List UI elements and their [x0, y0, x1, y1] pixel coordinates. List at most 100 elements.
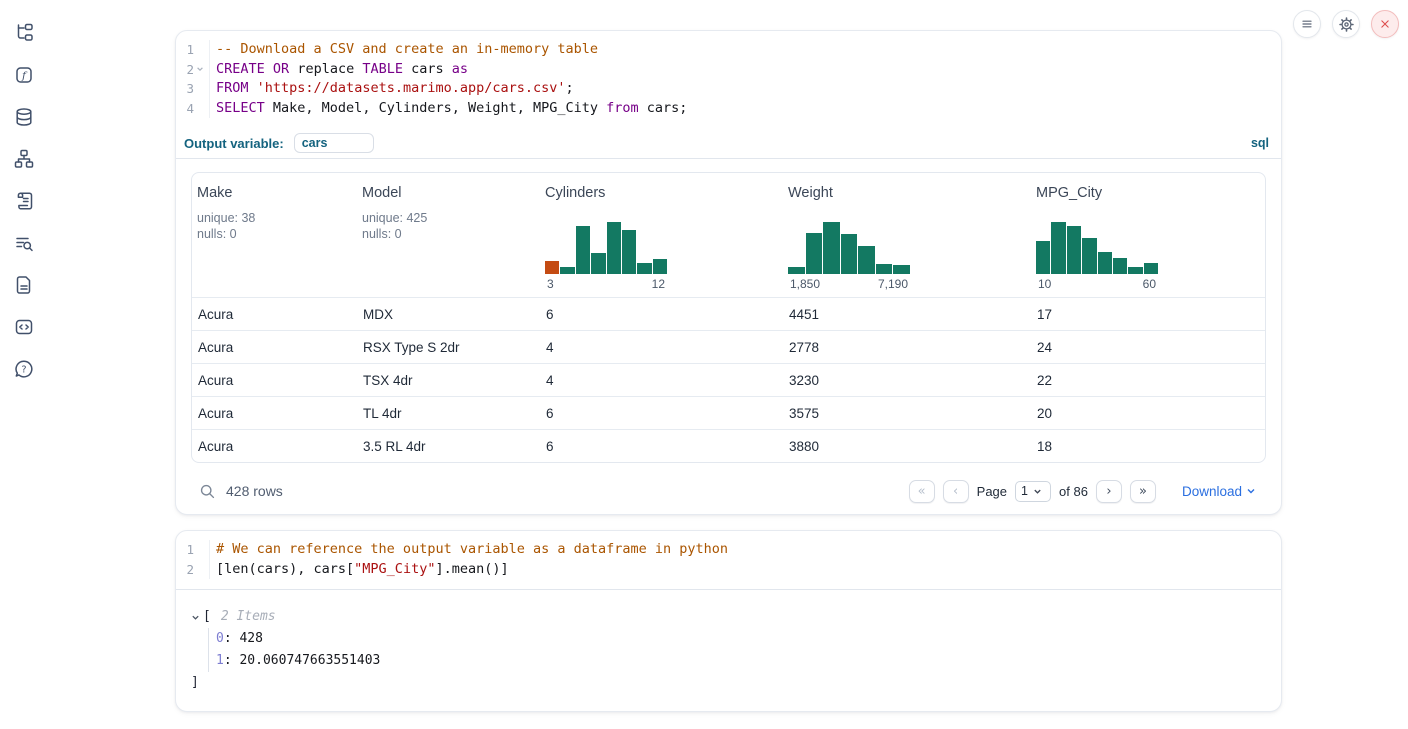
tree-entry[interactable]: 1: 20.060747663551403 [216, 650, 1281, 672]
download-button[interactable]: Download [1182, 484, 1256, 499]
sidebar-item-scratchpad[interactable] [11, 188, 37, 214]
code-token: -- Download a CSV and create an in-memor… [216, 41, 598, 57]
histogram-bar[interactable] [893, 265, 910, 274]
histogram-bar[interactable] [591, 253, 605, 274]
line-number: 3 [176, 79, 210, 99]
histogram-bar[interactable] [1128, 267, 1142, 274]
histogram-bar[interactable] [560, 267, 574, 274]
axis-min-label: 3 [547, 277, 554, 291]
settings-button[interactable] [1332, 10, 1360, 38]
sql-code-editor[interactable]: 1 -- Download a CSV and create an in-memo… [176, 31, 1281, 128]
histogram-bar[interactable] [1036, 241, 1050, 274]
first-page-button[interactable]: « [909, 480, 935, 503]
column-stats: unique: 425nulls: 0 [362, 210, 535, 242]
sidebar-item-datasources[interactable] [11, 104, 37, 130]
axis-min-label: 1,850 [790, 277, 820, 291]
tree-entry[interactable]: 0: 428 [216, 628, 1281, 650]
table-row[interactable]: AcuraMDX6445117 [192, 297, 1265, 330]
axis-max-label: 60 [1143, 277, 1156, 291]
table-cell: 4451 [783, 298, 1031, 330]
code-line[interactable]: 1# We can reference the output variable … [176, 540, 1281, 560]
close-button[interactable] [1371, 10, 1399, 38]
code-line[interactable]: 1 -- Download a CSV and create an in-memo… [176, 40, 1281, 60]
code-token: CREATE [216, 61, 265, 77]
row-count: 428 rows [226, 483, 283, 499]
histogram-bar[interactable] [876, 264, 893, 274]
sidebar-item-file-explorer[interactable] [11, 20, 37, 46]
histogram-bar[interactable] [545, 261, 559, 274]
histogram-bars[interactable] [545, 222, 667, 274]
histogram-bar[interactable] [653, 259, 667, 274]
table-cell: Acura [192, 397, 357, 429]
graph-icon [14, 149, 34, 169]
histogram: 312 [545, 222, 667, 291]
line-number-text: 3 [186, 79, 194, 99]
svg-text:f: f [21, 70, 28, 82]
python-cell: 1# We can reference the output variable … [175, 530, 1282, 712]
sidebar-item-help[interactable]: ? [11, 356, 37, 382]
column-stats: unique: 38nulls: 0 [197, 210, 352, 242]
sidebar-item-logs[interactable] [11, 230, 37, 256]
histogram-bar[interactable] [637, 263, 651, 274]
column-header-model[interactable]: Modelunique: 425nulls: 0 [357, 173, 540, 297]
histogram-bar[interactable] [622, 230, 636, 274]
sidebar-item-documentation[interactable] [11, 272, 37, 298]
prev-page-button[interactable]: ‹ [943, 480, 969, 503]
table-cell: RSX Type S 2dr [357, 331, 540, 363]
column-header-cylinders[interactable]: Cylinders312 [540, 173, 783, 297]
code-line[interactable]: 2[len(cars), cars["MPG_City"].mean()] [176, 560, 1281, 580]
table-cell: 4 [540, 331, 783, 363]
table-row[interactable]: AcuraTL 4dr6357520 [192, 396, 1265, 429]
search-icon[interactable] [199, 483, 216, 500]
histogram-bar[interactable] [841, 234, 858, 274]
column-header-weight[interactable]: Weight1,8507,190 [783, 173, 1031, 297]
histogram-bar[interactable] [806, 233, 823, 274]
table-row[interactable]: AcuraRSX Type S 2dr4277824 [192, 330, 1265, 363]
histogram-bars[interactable] [788, 222, 910, 274]
code-token: TABLE [362, 61, 403, 77]
code-line[interactable]: 4SELECT Make, Model, Cylinders, Weight, … [176, 99, 1281, 119]
table-cell: 3230 [783, 364, 1031, 396]
table-row[interactable]: AcuraTSX 4dr4323022 [192, 363, 1265, 396]
unique-count: unique: 38 [197, 210, 352, 226]
output-variable-input[interactable] [294, 133, 374, 153]
python-code-editor[interactable]: 1# We can reference the output variable … [176, 531, 1281, 589]
histogram-bar[interactable] [1113, 258, 1127, 274]
code-line[interactable]: 3 FROM 'https://datasets.marimo.app/cars.… [176, 79, 1281, 99]
code-text: FROM 'https://datasets.marimo.app/cars.c… [210, 79, 574, 99]
line-number: 2 [176, 560, 210, 580]
sidebar-item-dependency-graph[interactable] [11, 146, 37, 172]
table-cell: Acura [192, 430, 357, 462]
code-token: 'https://datasets.marimo.app/cars.csv' [257, 80, 566, 96]
line-number: 1 [176, 40, 210, 60]
code-line[interactable]: 2CREATE OR replace TABLE cars as [176, 60, 1281, 80]
axis-max-label: 7,190 [878, 277, 908, 291]
next-page-button[interactable]: › [1096, 480, 1122, 503]
page-select[interactable]: 1 [1015, 481, 1051, 502]
tree-output: [ 2 Items 0: 4281: 20.060747663551403 ] [176, 590, 1281, 694]
histogram-bar[interactable] [858, 246, 875, 274]
histogram-bar[interactable] [1098, 252, 1112, 274]
last-page-button[interactable]: » [1130, 480, 1156, 503]
histogram-bars[interactable] [1036, 222, 1158, 274]
sidebar-item-snippets[interactable] [11, 314, 37, 340]
histogram-bar[interactable] [1067, 226, 1081, 274]
column-header-mpg_city[interactable]: MPG_City1060 [1031, 173, 1265, 297]
histogram-bar[interactable] [788, 267, 805, 274]
line-number: 2 [176, 60, 210, 80]
histogram-bar[interactable] [1051, 222, 1065, 274]
sidebar-item-functions[interactable]: f [11, 62, 37, 88]
fold-icon[interactable] [194, 65, 205, 73]
menu-button[interactable] [1293, 10, 1321, 38]
collapse-icon[interactable] [191, 613, 203, 622]
table-header-row: Makeunique: 38nulls: 0Modelunique: 425nu… [192, 173, 1265, 297]
line-number-text: 2 [186, 560, 194, 580]
histogram-bar[interactable] [576, 226, 590, 274]
histogram-bar[interactable] [1082, 238, 1096, 274]
histogram-bar[interactable] [607, 222, 621, 274]
histogram-bar[interactable] [823, 222, 840, 274]
histogram-bar[interactable] [1144, 263, 1158, 274]
table-row[interactable]: Acura3.5 RL 4dr6388018 [192, 429, 1265, 462]
column-header-make[interactable]: Makeunique: 38nulls: 0 [192, 173, 357, 297]
code-token: Make, Model, Cylinders, Weight, MPG_City [265, 100, 606, 116]
